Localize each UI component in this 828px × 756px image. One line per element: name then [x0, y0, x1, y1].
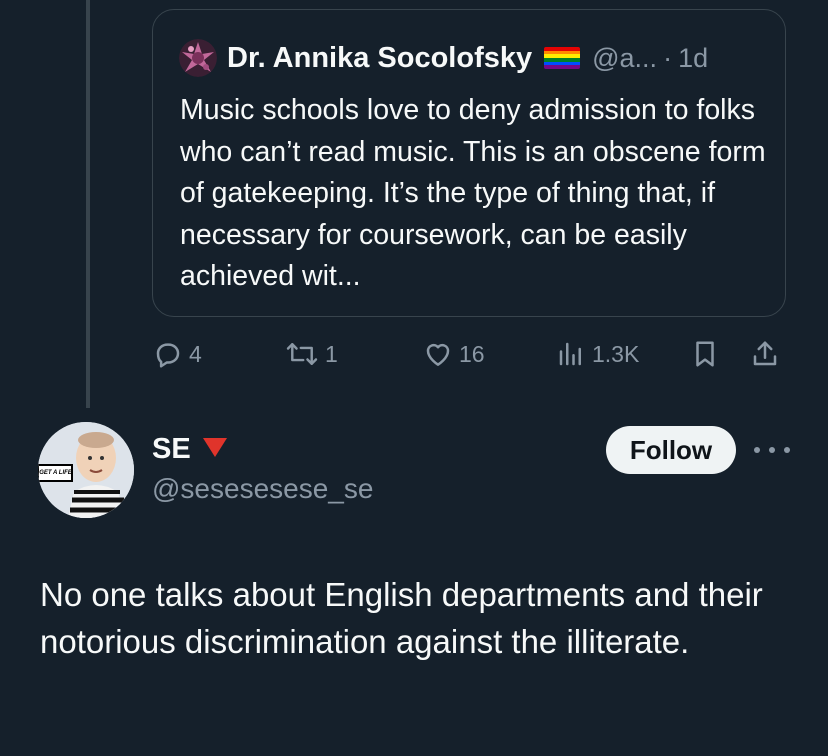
separator-dot: · — [663, 42, 673, 73]
quoted-tweet-text: Music schools love to deny admission to … — [180, 94, 766, 292]
quoted-tweet-time[interactable]: 1d — [678, 43, 708, 74]
bookmark-button[interactable] — [690, 336, 720, 372]
like-action[interactable]: 16 — [423, 336, 485, 372]
reply-author-name[interactable]: SE — [152, 433, 191, 466]
reply-author-handle[interactable]: @sesesesese_se — [152, 473, 373, 505]
reply-author-avatar[interactable]: GET A LIFE — [38, 422, 134, 518]
quoted-author-avatar[interactable] — [179, 39, 217, 77]
reply-action[interactable]: 4 — [153, 336, 202, 372]
views-icon — [556, 339, 586, 369]
reply-count: 4 — [189, 340, 202, 367]
share-icon — [750, 339, 780, 369]
retweet-action[interactable]: 1 — [285, 336, 338, 372]
reply-icon — [153, 339, 183, 369]
views-action[interactable]: 1.3K — [556, 336, 639, 372]
share-button[interactable] — [750, 336, 780, 372]
retweet-count: 1 — [325, 340, 338, 367]
avatar-caption: GET A LIFE — [39, 470, 72, 476]
more-options-icon[interactable] — [754, 438, 790, 462]
pride-flag-icon — [544, 47, 581, 69]
reply-tweet-text: No one talks about English departments a… — [40, 576, 763, 660]
quoted-author-name[interactable]: Dr. Annika Socolofsky — [227, 42, 532, 75]
quoted-author-handle[interactable]: @a... — [592, 43, 657, 74]
views-count: 1.3K — [592, 340, 640, 367]
retweet-icon — [285, 339, 319, 369]
tweet-thread-view: Dr. Annika Socolofsky @a... · 1d Music s… — [0, 0, 828, 756]
follow-button[interactable]: Follow — [606, 426, 736, 474]
tweet-action-bar: 4 1 16 1.3K — [0, 336, 828, 372]
quoted-tweet-header: Dr. Annika Socolofsky @a... · 1d — [179, 38, 708, 78]
like-count: 16 — [459, 340, 485, 367]
bookmark-icon — [690, 339, 720, 369]
reply-author-name-row: SE — [152, 433, 229, 466]
quoted-tweet-card[interactable]: Dr. Annika Socolofsky @a... · 1d Music s… — [152, 9, 786, 317]
like-icon — [423, 339, 453, 369]
red-triangle-icon — [201, 435, 229, 464]
